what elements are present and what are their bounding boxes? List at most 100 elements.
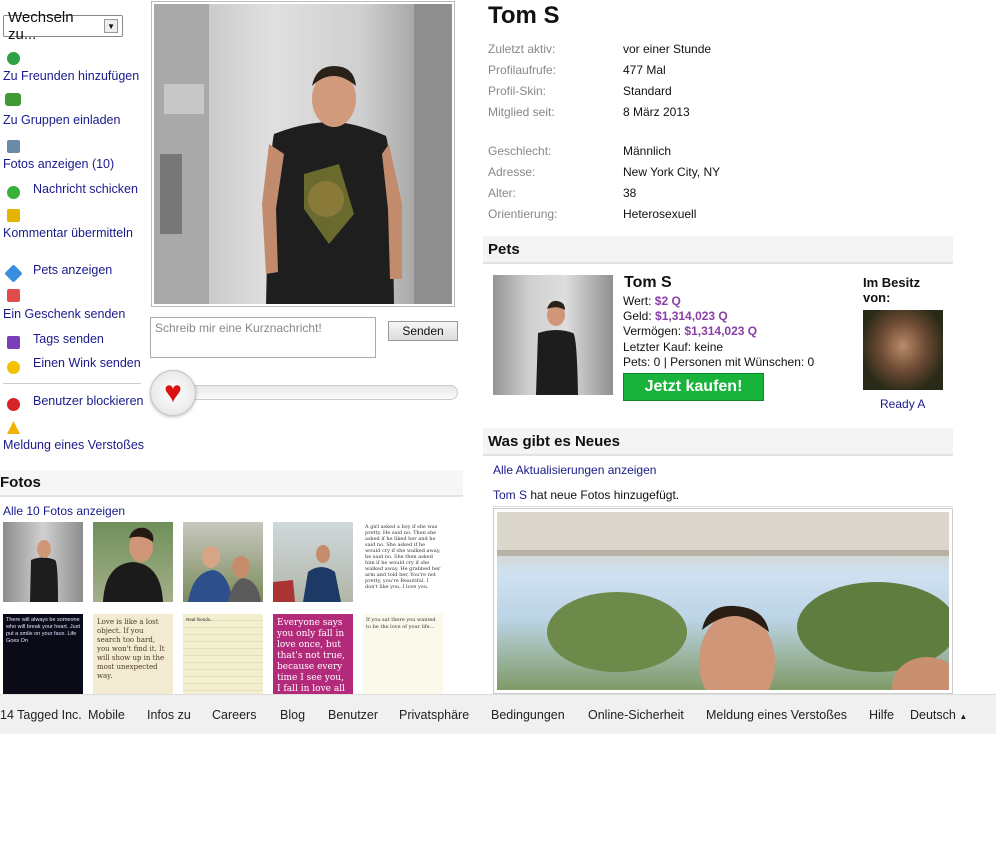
footer-link-mobile[interactable]: Mobile — [88, 708, 125, 722]
pet-value-row: Wert: $2 Q — [623, 294, 681, 308]
footer-link-about[interactable]: Infos zu — [147, 708, 191, 722]
news-update: Tom S hat neue Fotos hinzugefügt. — [493, 488, 679, 502]
photo-thumbnail[interactable] — [183, 522, 263, 602]
add-friend-link[interactable]: Zu Freunden hinzufügen — [3, 69, 139, 83]
info-label: Mitglied seit: — [488, 105, 555, 119]
update-photo[interactable] — [493, 508, 953, 694]
block-icon — [7, 398, 20, 411]
gift-icon — [7, 289, 20, 302]
pet-value: $2 Q — [654, 294, 681, 308]
photo-thumbnail[interactable]: Real friends... — [183, 614, 263, 694]
photo-thumbnail[interactable] — [3, 522, 83, 602]
view-pets-link[interactable]: Pets anzeigen — [33, 263, 112, 277]
pet-assets-label: Vermögen: — [623, 324, 682, 338]
news-section-header: Was gibt es Neues — [483, 428, 953, 456]
send-wink-link[interactable]: Einen Wink senden — [33, 356, 141, 370]
update-user-link[interactable]: Tom S — [493, 488, 527, 502]
footer-link-blog[interactable]: Blog — [280, 708, 305, 722]
report-link[interactable]: Meldung eines Verstoßes — [3, 438, 144, 452]
news-title: Was gibt es Neues — [488, 433, 620, 450]
info-label: Geschlecht: — [488, 144, 552, 158]
info-label: Orientierung: — [488, 207, 558, 221]
send-button[interactable]: Senden — [388, 321, 458, 341]
pet-assets: $1,314,023 Q — [684, 324, 758, 338]
thumb-quote-text: A girl asked a boy if she was pretty. He… — [365, 524, 441, 590]
pet-cash: $1,314,023 Q — [655, 309, 728, 323]
info-value: Männlich — [623, 144, 672, 158]
group-invite-icon — [5, 93, 21, 106]
info-value: 38 — [623, 186, 637, 200]
shout-placeholder: Schreib mir eine Kurznachricht! — [155, 321, 322, 335]
pet-value-label: Wert: — [623, 294, 652, 308]
view-photos-link[interactable]: Fotos anzeigen (10) — [3, 157, 114, 171]
update-text: hat neue Fotos hinzugefügt. — [527, 488, 680, 502]
info-label: Profil-Skin: — [488, 84, 547, 98]
send-tags-link[interactable]: Tags senden — [33, 332, 104, 346]
photo-thumbnail[interactable]: There will always be someone who will br… — [3, 614, 83, 694]
footer-link-report[interactable]: Meldung eines Verstoßes — [706, 708, 847, 722]
heart-icon[interactable]: ♥ — [150, 370, 196, 416]
view-all-photos-link[interactable]: Alle 10 Fotos anzeigen — [3, 504, 125, 518]
photo-thumbnail[interactable] — [93, 522, 173, 602]
photo-thumbnail[interactable]: If you sat there you wanted to be the lo… — [363, 614, 443, 694]
info-label: Zuletzt aktiv: — [488, 42, 556, 56]
info-value: Heterosexuell — [623, 207, 697, 221]
switch-to-label: Wechseln zu... — [8, 9, 74, 43]
pet-cash-row: Geld: $1,314,023 Q — [623, 309, 728, 323]
slider-track[interactable] — [170, 385, 458, 400]
thumb-quote-text: Love is like a lost object. If you searc… — [97, 618, 165, 680]
pet-name[interactable]: Tom S — [624, 274, 672, 292]
photo-thumbnail[interactable]: A girl asked a boy if she was pretty. He… — [363, 522, 443, 602]
star-icon — [7, 336, 20, 349]
thumb-quote-text: Everyone says you only fall in love once… — [277, 618, 345, 694]
camera-icon — [7, 140, 20, 153]
photos-section-header: Fotos — [0, 470, 463, 497]
language-label: Deutsch — [910, 708, 956, 722]
invite-groups-link[interactable]: Zu Gruppen einladen — [3, 113, 120, 127]
footer-link-privacy[interactable]: Privatsphäre — [399, 708, 469, 722]
info-value: 8 März 2013 — [623, 105, 690, 119]
info-value: Standard — [623, 84, 672, 98]
footer-link-careers[interactable]: Careers — [212, 708, 256, 722]
photo-thumbnail[interactable]: Love is like a lost object. If you searc… — [93, 614, 173, 694]
heart-slider[interactable]: ♥ — [150, 370, 458, 416]
pets-section-header: Pets — [483, 236, 953, 264]
block-user-link[interactable]: Benutzer blockieren — [33, 394, 143, 408]
copyright: 14 Tagged Inc. — [0, 708, 82, 722]
pet-last-buy: Letzter Kauf: keine — [623, 340, 724, 354]
tag-icon — [4, 264, 23, 283]
pet-photo[interactable] — [493, 275, 613, 395]
footer-link-users[interactable]: Benutzer — [328, 708, 378, 722]
footer-link-safety[interactable]: Online-Sicherheit — [588, 708, 684, 722]
info-value: New York City, NY — [623, 165, 721, 179]
divider — [3, 383, 141, 384]
profile-photo[interactable] — [151, 1, 455, 307]
warning-icon — [7, 421, 20, 434]
send-comment-link[interactable]: Kommentar übermitteln — [3, 226, 133, 240]
divider — [493, 506, 953, 507]
thumb-quote-text: There will always be someone who will br… — [6, 617, 80, 644]
profile-name: Tom S — [488, 2, 560, 29]
pet-stats: Pets: 0 | Personen mit Wünschen: 0 — [623, 355, 815, 369]
info-label: Profilaufrufe: — [488, 63, 557, 77]
owner-title: Im Besitz von: — [863, 275, 921, 305]
photos-title: Fotos — [0, 474, 41, 491]
all-updates-link[interactable]: Alle Aktualisierungen anzeigen — [493, 463, 656, 477]
thumb-quote-text: Real friends... — [186, 617, 214, 622]
footer-link-terms[interactable]: Bedingungen — [491, 708, 565, 722]
photo-thumbnail[interactable]: Everyone says you only fall in love once… — [273, 614, 353, 694]
send-message-link[interactable]: Nachricht schicken — [33, 182, 138, 196]
owner-photo[interactable] — [863, 310, 943, 390]
footer-link-help[interactable]: Hilfe — [869, 708, 894, 722]
pets-title: Pets — [488, 241, 520, 258]
switch-to-select[interactable]: Wechseln zu... ▼ — [3, 9, 123, 43]
chevron-up-icon: ▲ — [959, 712, 968, 721]
owner-name-link[interactable]: Ready A — [880, 397, 925, 411]
pet-assets-row: Vermögen: $1,314,023 Q — [623, 324, 757, 338]
send-gift-link[interactable]: Ein Geschenk senden — [3, 307, 125, 321]
shout-input[interactable]: Schreib mir eine Kurznachricht! — [150, 317, 376, 358]
footer: 14 Tagged Inc. Mobile Infos zu Careers B… — [0, 694, 996, 734]
photo-thumbnail[interactable] — [273, 522, 353, 602]
language-selector[interactable]: Deutsch ▲ — [910, 708, 967, 722]
buy-now-button[interactable]: Jetzt kaufen! — [623, 373, 764, 401]
